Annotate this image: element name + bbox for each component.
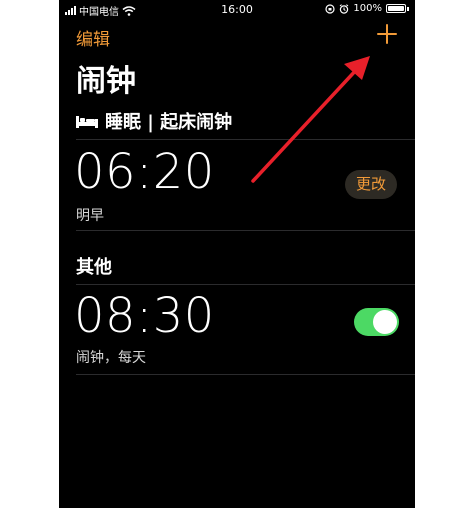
sleep-section-title: 睡眠 | 起床闹钟 — [105, 112, 233, 133]
other-section-title: 其他 — [76, 257, 112, 278]
battery-percent: 100% — [353, 3, 382, 14]
alarm-toggle[interactable] — [354, 308, 399, 336]
change-button[interactable]: 更改 — [345, 170, 397, 199]
divider — [76, 139, 415, 140]
sleep-alarm-time[interactable]: 06:20 — [74, 144, 215, 200]
status-bar: 中国电信 16:00 100% — [59, 0, 415, 20]
battery-cap — [407, 6, 409, 11]
status-right: 100% — [325, 3, 409, 14]
toggle-knob — [373, 310, 397, 334]
edit-button[interactable]: 编辑 — [76, 25, 110, 50]
alarm-clock-icon — [340, 3, 349, 14]
battery-icon — [386, 4, 406, 13]
divider — [76, 374, 415, 375]
sleep-section-header: 睡眠 | 起床闹钟 — [76, 108, 232, 134]
phone-screen: 中国电信 16:00 100% 编辑 闹钟 睡眠 | 起床闹钟 06:20 明早… — [59, 0, 415, 508]
divider — [76, 230, 415, 231]
page-title: 闹钟 — [76, 64, 136, 99]
alarm-label: 闹钟，每天 — [76, 350, 146, 366]
plus-icon[interactable] — [377, 24, 397, 44]
divider — [76, 284, 415, 285]
alarm-time[interactable]: 08:30 — [74, 288, 215, 344]
bed-icon — [76, 116, 98, 128]
orientation-lock-icon — [325, 3, 336, 14]
sleep-alarm-label: 明早 — [76, 208, 104, 224]
